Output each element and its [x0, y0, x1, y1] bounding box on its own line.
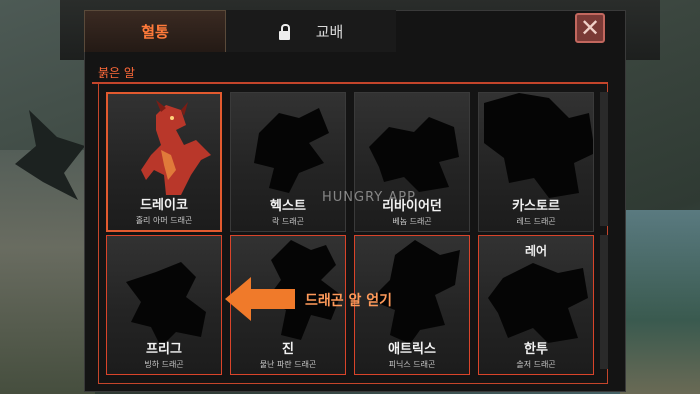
dragon-type: 빙하 드래곤	[144, 360, 184, 369]
red-dragon-image	[141, 100, 211, 195]
dragon-silhouette	[254, 108, 329, 193]
partial-card-edge	[600, 235, 608, 369]
tab-bar: 혈통 교배	[84, 10, 626, 52]
dragon-card[interactable]: 레어 한투 솔저 드래곤	[478, 235, 594, 375]
dragon-name: 진	[282, 342, 294, 357]
section-title: 붉은 알	[98, 66, 135, 80]
rarity-badge: 레어	[524, 244, 548, 258]
dragon-card[interactable]: 헥스트 락 드래곤	[230, 92, 346, 232]
dragon-silhouette	[484, 93, 593, 198]
dragon-card[interactable]: 드레이코 홀리 아머 드래곤	[106, 92, 222, 232]
dragon-silhouette	[369, 117, 459, 192]
lock-icon	[278, 23, 290, 40]
dragon-card[interactable]: 프리그 빙하 드래곤	[106, 235, 222, 375]
tab-lineage-label: 혈통	[141, 23, 169, 41]
background-ruins-right	[620, 210, 700, 394]
dragon-silhouette	[126, 262, 206, 347]
dragon-name: 카스토르	[512, 199, 560, 214]
tab-lineage[interactable]: 혈통	[84, 10, 226, 52]
dragon-type: 피닉스 드래곤	[388, 360, 436, 369]
dragon-name: 애트릭스	[388, 342, 436, 357]
arrow-left-icon	[225, 277, 295, 321]
dragon-type: 레드 드래곤	[516, 217, 556, 226]
dragon-silhouette	[488, 263, 588, 343]
dragon-name: 드레이코	[140, 198, 188, 213]
dragon-card[interactable]: 리바이어던 베놈 드래곤	[354, 92, 470, 232]
dragon-type: 물난 파란 드래곤	[259, 360, 317, 369]
dragon-type: 홀리 아머 드래곤	[135, 216, 193, 225]
tab-breeding[interactable]: 교배	[226, 10, 396, 52]
dragon-card[interactable]: 카스토르 레드 드래곤	[478, 92, 594, 232]
dragon-type: 솔저 드래곤	[516, 360, 556, 369]
dragon-type: 락 드래곤	[272, 217, 304, 226]
background-ruins-left	[0, 150, 95, 394]
partial-card-edge	[600, 92, 608, 226]
dragon-name: 프리그	[146, 342, 182, 357]
dragon-name: 한투	[524, 342, 548, 357]
dragon-type: 베놈 드래곤	[392, 217, 432, 226]
watermark: HUNGRY APP	[322, 190, 416, 205]
close-button[interactable]: ✕	[575, 13, 605, 43]
close-icon: ✕	[579, 14, 601, 42]
tab-breeding-label: 교배	[315, 22, 344, 41]
get-dragon-egg-hint[interactable]: 드래곤 알 얻기	[305, 290, 392, 310]
